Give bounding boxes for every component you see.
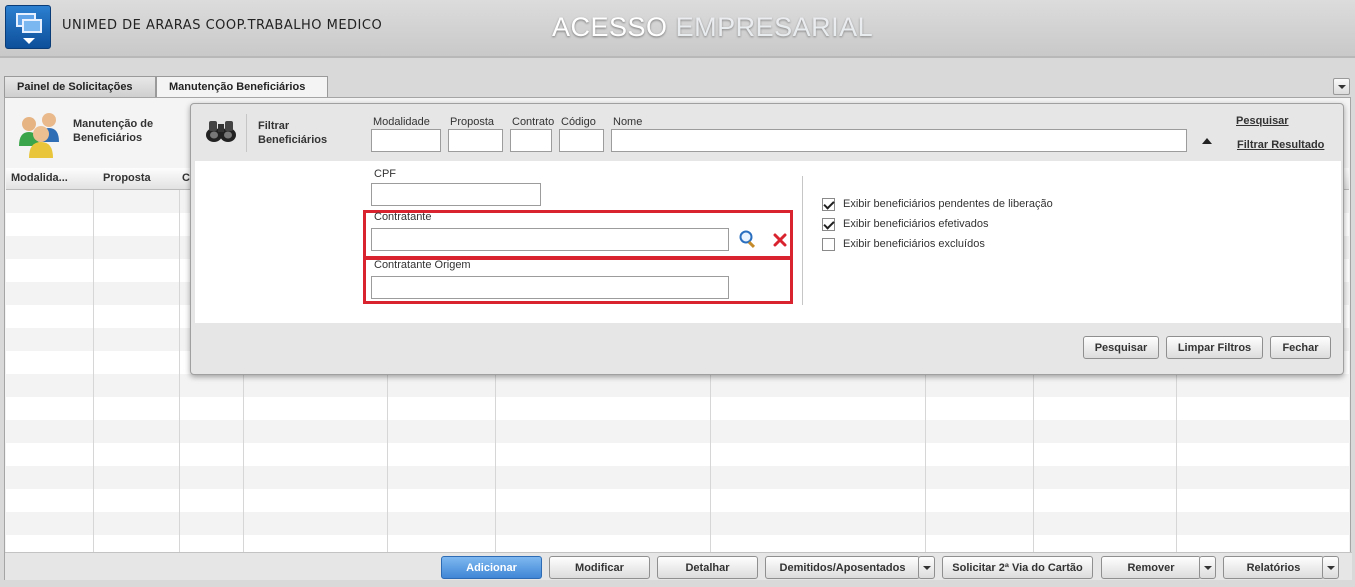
cpf-label: CPF bbox=[374, 168, 396, 180]
modalidade-label: Modalidade bbox=[373, 116, 430, 128]
dismissed-retired-dropdown[interactable] bbox=[918, 556, 935, 579]
app-menu-icon[interactable] bbox=[5, 5, 51, 49]
reports-dropdown[interactable] bbox=[1322, 556, 1339, 579]
action-toolbar: Adicionar Modificar Detalhar Demitidos/A… bbox=[5, 552, 1352, 580]
column-header-contrato[interactable]: C bbox=[182, 172, 190, 184]
contratante-origem-input[interactable] bbox=[371, 276, 729, 299]
app-header: UNIMED DE ARARAS COOP.TRABALHO MEDICO AC… bbox=[0, 0, 1355, 58]
search-icon[interactable] bbox=[738, 229, 758, 249]
nome-label: Nome bbox=[613, 116, 643, 128]
contratante-origem-label: Contratante Origem bbox=[374, 259, 471, 271]
brand-title-part1: ACESSO bbox=[552, 12, 668, 42]
request-card-copy-button[interactable]: Solicitar 2ª Via do Cartão bbox=[942, 556, 1093, 579]
checkbox-effective-box[interactable] bbox=[822, 218, 835, 231]
clear-icon[interactable] bbox=[773, 233, 787, 247]
filter-body: CPF Contratante Contratante Origem Exibi… bbox=[195, 161, 1341, 323]
brand-title: ACESSO EMPRESARIAL bbox=[552, 12, 873, 43]
reports-button[interactable]: Relatórios bbox=[1223, 556, 1324, 579]
column-header-modalidade[interactable]: Modalida... bbox=[11, 172, 89, 184]
page-heading: Manutenção de Beneficiários bbox=[15, 108, 185, 158]
checkbox-pending-label: Exibir beneficiários pendentes de libera… bbox=[843, 198, 1053, 210]
checkbox-excluded-label: Exibir beneficiários excluídos bbox=[843, 238, 985, 250]
filter-footer: Pesquisar Limpar Filtros Fechar bbox=[191, 323, 1343, 374]
company-name: UNIMED DE ARARAS COOP.TRABALHO MEDICO bbox=[62, 18, 383, 33]
remove-button[interactable]: Remover bbox=[1101, 556, 1201, 579]
contrato-input[interactable] bbox=[510, 129, 552, 152]
contrato-label: Contrato bbox=[512, 116, 555, 128]
brand-title-part2: EMPRESARIAL bbox=[675, 12, 874, 42]
page-title: Manutenção de Beneficiários bbox=[73, 118, 154, 144]
filter-header: Filtrar Beneficiários Modalidade Propost… bbox=[191, 104, 1343, 161]
tab-painel-solicitacoes[interactable]: Painel de Solicitações bbox=[4, 76, 156, 98]
proposta-input[interactable] bbox=[448, 129, 503, 152]
clear-filters-button[interactable]: Limpar Filtros bbox=[1166, 336, 1263, 359]
binoculars-icon bbox=[206, 121, 236, 142]
remove-dropdown[interactable] bbox=[1199, 556, 1216, 579]
nome-input[interactable] bbox=[611, 129, 1187, 152]
proposta-label: Proposta bbox=[450, 116, 495, 128]
checkbox-excluded-box[interactable] bbox=[822, 238, 835, 251]
codigo-label: Código bbox=[561, 116, 596, 128]
collapse-filter-icon[interactable] bbox=[1202, 138, 1212, 146]
modalidade-input[interactable] bbox=[371, 129, 441, 152]
dismissed-retired-button[interactable]: Demitidos/Aposentados bbox=[765, 556, 920, 579]
tab-list-dropdown-button[interactable] bbox=[1333, 78, 1350, 95]
filter-search-button[interactable]: Pesquisar bbox=[1083, 336, 1159, 359]
checkbox-pending-box[interactable] bbox=[822, 198, 835, 211]
filter-title-text: Filtrar Beneficiários bbox=[258, 120, 328, 146]
filter-title: Filtrar Beneficiários bbox=[258, 119, 333, 147]
filter-results-link[interactable]: Filtrar Resultado bbox=[1237, 139, 1324, 151]
column-header-proposta[interactable]: Proposta bbox=[103, 172, 151, 184]
tab-manutencao-beneficiarios[interactable]: Manutenção Beneficiários bbox=[156, 76, 328, 98]
search-link[interactable]: Pesquisar bbox=[1236, 115, 1289, 127]
contratante-input[interactable] bbox=[371, 228, 729, 251]
users-group-icon bbox=[19, 113, 59, 158]
close-filter-button[interactable]: Fechar bbox=[1270, 336, 1331, 359]
cpf-input[interactable] bbox=[371, 183, 541, 206]
contratante-label: Contratante bbox=[374, 211, 432, 223]
codigo-input[interactable] bbox=[559, 129, 604, 152]
filter-panel: Filtrar Beneficiários Modalidade Propost… bbox=[190, 103, 1344, 375]
checkbox-effective-label: Exibir beneficiários efetivados bbox=[843, 218, 989, 230]
add-button[interactable]: Adicionar bbox=[441, 556, 542, 579]
modify-button[interactable]: Modificar bbox=[549, 556, 650, 579]
detail-button[interactable]: Detalhar bbox=[657, 556, 758, 579]
